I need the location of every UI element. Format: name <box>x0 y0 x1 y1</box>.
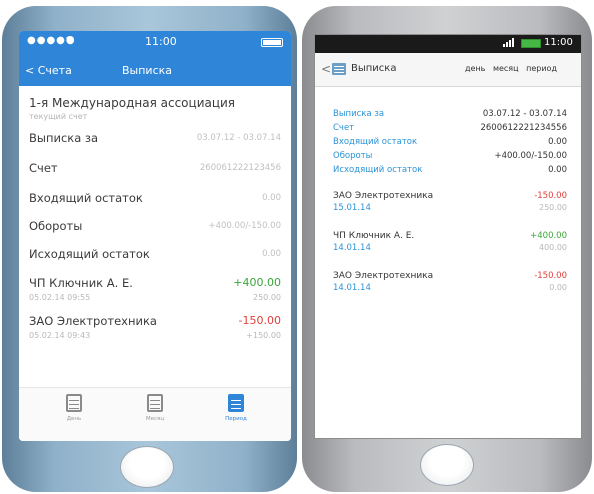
back-button[interactable]: < Счета <box>25 64 72 77</box>
row-value: 03.07.12 - 03.07.14 <box>482 109 567 119</box>
transaction-date: 05.02.14 09:43 <box>29 331 91 340</box>
battery-icon <box>521 39 541 48</box>
row-value: 260061222123456 <box>199 163 281 173</box>
transaction-amount: +400.00 <box>233 276 281 289</box>
account-type: текущий счет <box>29 112 88 121</box>
transaction-amount: +400.00 <box>530 231 567 241</box>
account-name: 1-я Международная ассоциация <box>29 96 236 110</box>
transaction-name: ЗАО Электротехника <box>29 314 157 328</box>
calendar-day-icon <box>66 394 82 412</box>
android-toolbar: < Выписка день месяц период <box>315 53 581 87</box>
transaction-item[interactable]: ЧП Ключник А. Е. 14.01.14 +400.00 400.00 <box>333 231 567 259</box>
wifi-icon <box>65 35 75 46</box>
calendar-month-icon <box>147 394 163 412</box>
transaction-date: 15.01.14 <box>333 203 371 213</box>
signal-icon <box>503 37 517 50</box>
home-button[interactable] <box>420 444 474 486</box>
row-value: +400.00/-150.00 <box>208 221 281 231</box>
transaction-amount: -150.00 <box>238 314 281 327</box>
transaction-item[interactable]: ЗАО Электротехника 14.01.14 -150.00 0.00 <box>333 271 567 299</box>
android-statement: Выписка за 03.07.12 - 03.07.14 Счет 2600… <box>315 87 581 437</box>
ios-statement: 1-я Международная ассоциация текущий сче… <box>19 86 291 386</box>
transaction-balance: 250.00 <box>539 203 567 212</box>
ios-status-bar: ●●●●● 11:00 <box>27 35 283 51</box>
tab-label: Месяц <box>145 416 165 422</box>
page-title: Выписка <box>122 64 173 77</box>
row-value: 0.00 <box>262 193 281 203</box>
account-number-row: Счет 260061222123456 <box>29 158 281 180</box>
opening-balance-row: Входящий остаток 0.00 <box>29 188 281 210</box>
transaction-date: 14.01.14 <box>333 243 371 253</box>
row-value: 0.00 <box>548 165 567 175</box>
calendar-period-icon <box>228 394 244 412</box>
home-button[interactable] <box>120 446 174 488</box>
tab-month[interactable]: Месяц <box>130 394 180 438</box>
tab-month[interactable]: месяц <box>493 64 519 73</box>
row-label: Обороты <box>333 151 373 161</box>
transaction-balance: 250.00 <box>253 293 281 302</box>
transaction-amount: -150.00 <box>534 191 567 201</box>
transaction-balance: 400.00 <box>539 243 567 252</box>
statement-period-row: Выписка за 03.07.12 - 03.07.14 <box>333 109 567 121</box>
tab-period[interactable]: период <box>526 64 557 73</box>
status-time: 11:00 <box>145 35 177 48</box>
transaction-balance: 0.00 <box>549 283 567 292</box>
row-label: Исходящий остаток <box>333 165 423 175</box>
tab-period[interactable]: Период <box>211 394 261 438</box>
ios-header: ●●●●● 11:00 < Счета Выписка <box>19 31 291 86</box>
transaction-date: 14.01.14 <box>333 283 371 293</box>
back-button[interactable]: < <box>321 62 331 76</box>
row-label: Исходящий остаток <box>29 247 150 261</box>
row-value: +400.00/-150.00 <box>494 151 567 161</box>
tab-day[interactable]: День <box>49 394 99 438</box>
row-label: Входящий остаток <box>333 137 418 147</box>
status-time: 11:00 <box>544 37 573 48</box>
transaction-item[interactable]: ЧП Ключник А. Е. 05.02.14 09:55 +400.00 … <box>29 276 281 310</box>
account-number-row: Счет 2600612221234556 <box>333 123 567 135</box>
transaction-date: 05.02.14 09:55 <box>29 293 91 302</box>
row-value: 0.00 <box>548 137 567 147</box>
page-title: Выписка <box>351 63 397 74</box>
closing-balance-row: Исходящий остаток 0.00 <box>333 165 567 177</box>
ios-screen: ●●●●● 11:00 < Счета Выписка 1-я Междунар… <box>19 31 291 441</box>
tab-label: День <box>66 416 82 422</box>
android-device: 11:00 < Выписка день месяц период Выписк… <box>302 6 592 492</box>
iphone-device: ●●●●● 11:00 < Счета Выписка 1-я Междунар… <box>2 6 297 492</box>
transaction-item[interactable]: ЗАО Электротехника 05.02.14 09:43 -150.0… <box>29 314 281 348</box>
transaction-name: ЧП Ключник А. Е. <box>333 231 415 241</box>
row-value: 2600612221234556 <box>480 123 567 133</box>
row-label: Входящий остаток <box>29 191 143 205</box>
row-label: Выписка за <box>333 109 385 119</box>
transaction-name: ЗАО Электротехника <box>333 191 434 201</box>
transaction-name: ЗАО Электротехника <box>333 271 434 281</box>
turnover-row: Обороты +400.00/-150.00 <box>29 216 281 238</box>
row-label: Счет <box>29 161 58 175</box>
tab-day[interactable]: день <box>465 64 485 73</box>
android-status-bar: 11:00 <box>315 35 581 53</box>
transaction-name: ЧП Ключник А. Е. <box>29 276 133 290</box>
row-value: 0.00 <box>262 249 281 259</box>
battery-icon <box>261 38 283 47</box>
ios-tab-bar: День Месяц Период <box>19 387 291 441</box>
transaction-item[interactable]: ЗАО Электротехника 15.01.14 -150.00 250.… <box>333 191 567 219</box>
period-tabs: день месяц период <box>465 64 562 73</box>
opening-balance-row: Входящий остаток 0.00 <box>333 137 567 149</box>
transaction-balance: +150.00 <box>246 331 281 340</box>
tab-label: Период <box>225 416 247 422</box>
transaction-amount: -150.00 <box>534 271 567 281</box>
row-label: Счет <box>333 123 355 133</box>
android-screen: 11:00 < Выписка день месяц период Выписк… <box>314 34 582 439</box>
row-label: Обороты <box>29 219 83 233</box>
row-label: Выписка за <box>29 131 99 145</box>
statement-app-icon <box>332 63 346 75</box>
turnover-row: Обороты +400.00/-150.00 <box>333 151 567 163</box>
closing-balance-row: Исходящий остаток 0.00 <box>29 244 281 266</box>
row-value: 03.07.12 - 03.07.14 <box>196 133 281 143</box>
statement-period-row: Выписка за 03.07.12 - 03.07.14 <box>29 128 281 150</box>
